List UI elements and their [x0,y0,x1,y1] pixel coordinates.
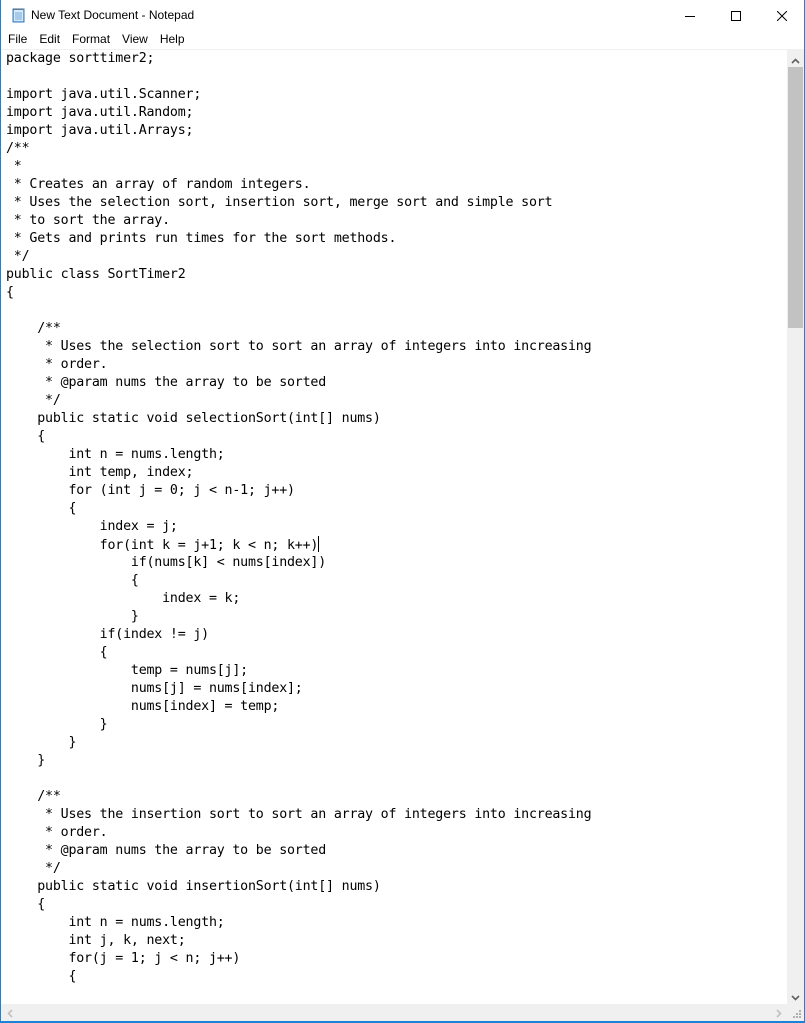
text-line[interactable]: public static void insertionSort(int[] n… [6,878,591,896]
text-line[interactable]: int j, k, next; [6,932,591,950]
text-line[interactable]: */ [6,248,591,266]
text-line[interactable]: for(j = 1; j < n; j++) [6,950,591,968]
scroll-left-button[interactable] [1,1004,18,1021]
text-line[interactable]: for (int j = 0; j < n-1; j++) [6,482,591,500]
text-line[interactable]: { [6,572,591,590]
text-line[interactable]: /** [6,788,591,806]
text-line[interactable]: * [6,158,591,176]
minimize-icon [685,6,695,25]
text-line[interactable]: * order. [6,356,591,374]
text-line[interactable]: import java.util.Scanner; [6,86,591,104]
close-icon [776,6,788,25]
minimize-button[interactable] [667,0,713,30]
text-line[interactable]: { [6,500,591,518]
maximize-icon [731,6,741,25]
text-line[interactable]: * order. [6,824,591,842]
text-line[interactable]: * Uses the selection sort, insertion sor… [6,194,591,212]
editor-text[interactable]: package sorttimer2; import java.util.Scan… [6,50,592,986]
text-line[interactable]: for(int k = j+1; k < n; k++) [6,536,591,554]
text-line[interactable] [6,68,591,86]
scroll-right-button[interactable] [770,1004,787,1021]
text-line[interactable]: import java.util.Random; [6,104,591,122]
menu-view[interactable]: View [115,30,153,49]
text-line[interactable]: */ [6,860,591,878]
close-button[interactable] [759,0,805,30]
text-line[interactable]: * Creates an array of random integers. [6,176,591,194]
text-line[interactable]: * Uses the insertion sort to sort an arr… [6,806,592,824]
text-line[interactable]: } [6,734,591,752]
text-line[interactable]: * Gets and prints run times for the sort… [6,230,591,248]
text-line[interactable]: { [6,284,591,302]
text-line[interactable]: } [6,608,591,626]
scroll-up-button[interactable] [787,50,804,67]
text-line[interactable]: */ [6,392,591,410]
text-line[interactable]: if(nums[k] < nums[index]) [6,554,591,572]
text-line[interactable]: index = j; [6,518,591,536]
notepad-window: New Text Document - Notepad File Edit Fo… [0,0,805,1023]
text-line[interactable]: * Uses the selection sort to sort an arr… [6,338,592,356]
text-caret [318,536,320,552]
maximize-button[interactable] [713,0,759,30]
text-line[interactable]: /** [6,140,591,158]
text-line[interactable]: { [6,968,591,986]
text-line[interactable]: nums[index] = temp; [6,698,591,716]
text-line[interactable]: { [6,428,591,446]
text-line[interactable]: if(index != j) [6,626,591,644]
scroll-down-button[interactable] [787,987,804,1004]
menu-edit[interactable]: Edit [32,30,65,49]
notepad-icon[interactable] [11,7,27,23]
text-line[interactable]: import java.util.Arrays; [6,122,591,140]
text-line[interactable]: * to sort the array. [6,212,591,230]
text-line[interactable]: { [6,896,591,914]
chevron-up-icon [791,49,800,68]
text-line[interactable]: /** [6,320,591,338]
text-line[interactable]: index = k; [6,590,591,608]
menu-format[interactable]: Format [65,30,115,49]
menu-file[interactable]: File [1,30,32,49]
chevron-left-icon [6,1003,13,1022]
text-line[interactable] [6,302,591,320]
text-line[interactable]: } [6,752,591,770]
vertical-scroll-thumb[interactable] [788,67,803,328]
text-line[interactable]: public class SortTimer2 [6,266,591,284]
text-line[interactable]: } [6,716,591,734]
text-line[interactable]: { [6,644,591,662]
text-line[interactable]: temp = nums[j]; [6,662,591,680]
text-line[interactable]: int n = nums.length; [6,446,591,464]
vertical-scrollbar[interactable] [787,50,804,1004]
window-title: New Text Document - Notepad [31,8,195,22]
text-editor[interactable]: package sorttimer2; import java.util.Scan… [1,50,787,1004]
chevron-down-icon [791,986,800,1005]
text-line[interactable]: * @param nums the array to be sorted [6,374,591,392]
horizontal-scrollbar[interactable] [1,1004,787,1021]
resize-grip[interactable] [787,1004,804,1021]
menu-bar: File Edit Format View Help [1,30,804,49]
text-line[interactable] [6,770,591,788]
menu-help[interactable]: Help [153,30,190,49]
text-line[interactable]: package sorttimer2; [6,50,591,68]
text-line[interactable]: int temp, index; [6,464,591,482]
text-line[interactable]: int n = nums.length; [6,914,591,932]
text-line[interactable]: public static void selectionSort(int[] n… [6,410,591,428]
text-line[interactable]: * @param nums the array to be sorted [6,842,591,860]
chevron-right-icon [775,1003,782,1022]
title-bar[interactable]: New Text Document - Notepad [1,0,804,30]
text-line[interactable]: nums[j] = nums[index]; [6,680,591,698]
